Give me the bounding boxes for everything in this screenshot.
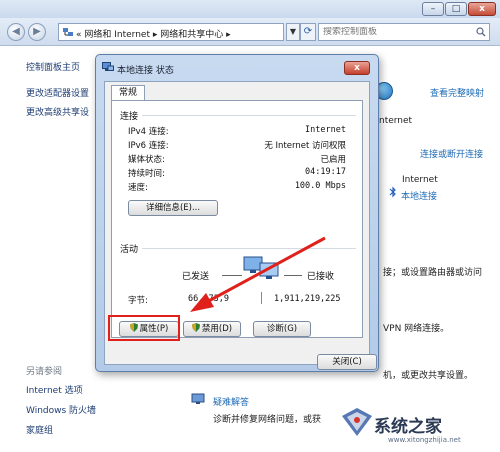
change-advanced-sharing-link[interactable]: 更改高级共享设 bbox=[26, 105, 89, 118]
search-box[interactable] bbox=[318, 23, 490, 41]
details-button[interactable]: 详细信息(E)... bbox=[128, 200, 218, 216]
dialog-titlebar[interactable]: 本地连接 状态 x bbox=[96, 55, 378, 81]
breadcrumb-sharing-center[interactable]: 网络和共享中心 bbox=[160, 30, 223, 40]
window-titlebar: – □ x bbox=[0, 0, 500, 18]
search-input[interactable] bbox=[323, 27, 473, 37]
troubleshoot-icon bbox=[191, 393, 205, 404]
control-panel-home-link[interactable]: 控制面板主页 bbox=[26, 60, 80, 73]
navigation-bar: ◀ ▶ « 网络和 Internet ▸ 网络和共享中心 ▸ ▼ ⟳ bbox=[0, 18, 500, 46]
see-also-heading: 另请参阅 bbox=[26, 367, 63, 377]
chevron-right-icon: ▸ bbox=[226, 30, 231, 40]
media-state-label: 媒体状态: bbox=[128, 155, 165, 165]
activity-section-title: 活动 bbox=[120, 245, 139, 255]
vpn-desc: VPN 网络连接。 bbox=[383, 324, 450, 334]
watermark-logo-icon bbox=[342, 408, 372, 436]
minimize-button[interactable]: – bbox=[422, 2, 444, 16]
ipv4-value: Internet bbox=[305, 125, 346, 135]
internet-options-link[interactable]: Internet 选项 bbox=[26, 383, 83, 396]
received-line bbox=[284, 275, 302, 276]
dialog-close-button[interactable]: x bbox=[344, 61, 370, 75]
dialog-title: 本地连接 状态 bbox=[117, 66, 174, 76]
tab-panel: 连接 IPv4 连接: Internet IPv6 连接: 无 Internet… bbox=[111, 100, 363, 338]
bytes-received-value: 1,911,219,225 bbox=[274, 294, 341, 304]
internet-label: nternet bbox=[379, 116, 413, 126]
shield-icon bbox=[191, 323, 200, 332]
activity-separator bbox=[261, 292, 262, 304]
tab-general[interactable]: 常规 bbox=[111, 85, 146, 101]
sharing-desc: 机，或更改共享设置。 bbox=[383, 371, 474, 381]
breadcrumb-network-internet[interactable]: 网络和 Internet bbox=[84, 30, 150, 40]
connection-section-title: 连接 bbox=[120, 112, 139, 122]
received-label: 已接收 bbox=[307, 272, 335, 282]
watermark-text: 系统之家 bbox=[374, 417, 442, 437]
troubleshoot-desc: 诊断并修复网络问题，或获 bbox=[213, 415, 322, 425]
view-full-map-link[interactable]: 查看完整映射 bbox=[430, 86, 484, 99]
search-icon[interactable] bbox=[476, 27, 486, 37]
ipv6-label: IPv6 连接: bbox=[128, 141, 169, 151]
bytes-label: 字节: bbox=[128, 296, 148, 306]
refresh-icon[interactable]: ⟳ bbox=[300, 23, 316, 41]
bytes-sent-value: 66,173,9 bbox=[188, 294, 229, 304]
breadcrumb: « 网络和 Internet ▸ 网络和共享中心 ▸ bbox=[76, 27, 231, 40]
windows-firewall-link[interactable]: Windows 防火墙 bbox=[26, 403, 96, 416]
homegroup-link[interactable]: 家庭组 bbox=[26, 423, 53, 436]
local-connection-link[interactable]: 本地连接 bbox=[401, 189, 437, 202]
access-type-value: Internet bbox=[402, 175, 438, 185]
diagnose-button[interactable]: 诊断(G) bbox=[253, 321, 311, 337]
watermark: 系统之家 www.xitongzhijia.net bbox=[330, 400, 500, 452]
forward-button[interactable]: ▶ bbox=[28, 23, 46, 41]
duration-label: 持续时间: bbox=[128, 169, 165, 179]
computers-icon bbox=[243, 256, 279, 279]
network-connection-icon bbox=[102, 62, 114, 71]
connect-disconnect-link[interactable]: 连接或断开连接 bbox=[420, 147, 483, 160]
network-icon bbox=[63, 28, 73, 36]
address-bar[interactable]: « 网络和 Internet ▸ 网络和共享中心 ▸ bbox=[58, 23, 284, 41]
maximize-button[interactable]: □ bbox=[445, 2, 467, 16]
left-nav-pane: 控制面板主页 更改适配器设置 更改高级共享设 另请参阅 Internet 选项 … bbox=[0, 46, 97, 452]
watermark-url: www.xitongzhijia.net bbox=[388, 436, 461, 444]
setup-connection-desc: 接；或设置路由器或访问 bbox=[383, 268, 483, 278]
annotation-highlight-box bbox=[108, 315, 180, 341]
ipv6-value: 无 Internet 访问权限 bbox=[264, 141, 346, 151]
close-button[interactable]: 关闭(C) bbox=[317, 354, 377, 370]
disable-button-label: 禁用(D) bbox=[201, 324, 233, 334]
change-adapter-settings-link[interactable]: 更改适配器设置 bbox=[26, 86, 89, 99]
window-close-button[interactable]: x bbox=[468, 2, 496, 16]
speed-value: 100.0 Mbps bbox=[294, 181, 346, 191]
duration-value: 04:19:17 bbox=[305, 167, 346, 177]
ipv4-label: IPv4 连接: bbox=[128, 127, 169, 137]
section-divider bbox=[142, 115, 356, 116]
chevron-down-icon[interactable]: ▼ bbox=[286, 23, 300, 41]
network-adapter-icon bbox=[389, 186, 396, 198]
back-button[interactable]: ◀ bbox=[7, 23, 25, 41]
breadcrumb-overflow[interactable]: « bbox=[76, 30, 82, 40]
media-state-value: 已启用 bbox=[320, 155, 346, 165]
chevron-right-icon: ▸ bbox=[152, 30, 158, 40]
troubleshoot-link[interactable]: 疑难解答 bbox=[213, 395, 249, 408]
section-divider bbox=[142, 248, 356, 249]
sent-line bbox=[222, 275, 242, 276]
disable-button[interactable]: 禁用(D) bbox=[183, 321, 241, 337]
sent-label: 已发送 bbox=[182, 272, 210, 282]
speed-label: 速度: bbox=[128, 183, 148, 193]
